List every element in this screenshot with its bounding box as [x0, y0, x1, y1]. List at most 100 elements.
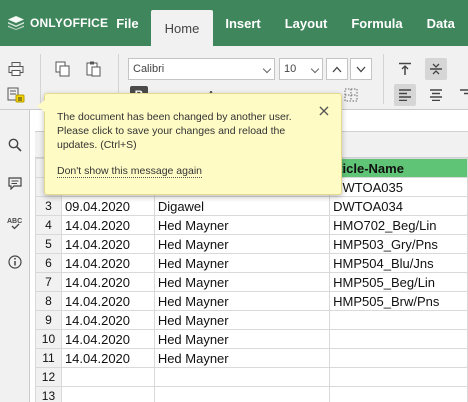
row-header[interactable]: 6	[35, 253, 62, 273]
article-cell[interactable]: HMP505_Beg/Lin	[329, 272, 468, 292]
article-cell[interactable]: HMO702_Beg/Lin	[329, 215, 468, 235]
save-notify-icon	[7, 87, 25, 103]
spellcheck-icon: ABC	[7, 218, 22, 230]
chevron-down-icon	[310, 64, 320, 74]
table-row: 9 14.04.2020 Hed Mayner	[35, 310, 468, 330]
name-cell[interactable]: Hed Mayner	[153, 272, 331, 292]
tab-insert[interactable]: Insert	[213, 0, 272, 46]
paste-icon	[86, 61, 101, 77]
name-cell[interactable]: Hed Mayner	[153, 234, 331, 254]
date-cell[interactable]: 14.04.2020	[60, 253, 155, 273]
date-cell[interactable]: 14.04.2020	[60, 234, 155, 254]
onlyoffice-logo-icon	[8, 16, 24, 30]
row-header[interactable]: 4	[35, 215, 62, 235]
table-row: 7 14.04.2020 Hed Mayner HMP505_Beg/Lin	[35, 272, 468, 292]
left-sidebar: ABC	[0, 110, 30, 402]
name-cell[interactable]: Hed Mayner	[153, 215, 331, 235]
align-top-icon	[399, 62, 411, 75]
date-cell[interactable]	[60, 367, 155, 387]
name-cell[interactable]: Hed Mayner	[153, 348, 331, 368]
date-cell[interactable]: 14.04.2020	[60, 329, 155, 349]
align-middle-icon	[430, 63, 442, 75]
tab-layout[interactable]: Layout	[273, 0, 340, 46]
row-header[interactable]: 9	[35, 310, 62, 330]
date-cell[interactable]: 14.04.2020	[60, 215, 155, 235]
dont-show-again-link[interactable]: Don't show this message again	[57, 165, 203, 178]
name-cell[interactable]: Hed Mayner	[153, 329, 331, 349]
align-right-button[interactable]	[455, 84, 468, 106]
align-right-icon	[460, 89, 468, 95]
article-cell[interactable]	[329, 386, 468, 402]
name-cell[interactable]	[153, 367, 331, 387]
row-header[interactable]: 5	[35, 234, 62, 254]
name-cell[interactable]: Digawel	[153, 196, 331, 216]
name-cell[interactable]: Hed Mayner	[153, 253, 331, 273]
print-icon	[8, 62, 24, 76]
align-left-icon	[399, 89, 411, 101]
svg-text:ABC: ABC	[7, 218, 22, 225]
row-header[interactable]: 13	[35, 386, 62, 402]
row-header[interactable]: 11	[35, 348, 62, 368]
article-cell[interactable]: HMP504_Blu/Jns	[329, 253, 468, 273]
row-header[interactable]: 8	[35, 291, 62, 311]
align-middle-button[interactable]	[425, 58, 447, 80]
tab-home[interactable]: Home	[150, 10, 214, 46]
align-center-button[interactable]	[425, 84, 447, 106]
table-row: 4 14.04.2020 Hed Mayner HMO702_Beg/Lin	[35, 215, 468, 235]
row-header[interactable]: 12	[35, 367, 62, 387]
onlyoffice-logo[interactable]: ONLYOFFICE	[0, 0, 108, 46]
increase-font-button[interactable]	[326, 58, 348, 80]
date-cell[interactable]	[60, 386, 155, 402]
article-cell[interactable]: DWTOA035	[329, 177, 468, 197]
row-header[interactable]: 3	[35, 196, 62, 216]
comments-button[interactable]	[4, 172, 26, 194]
table-row: 12	[35, 367, 468, 387]
tab-file[interactable]: File	[108, 0, 150, 46]
logo-text: ONLYOFFICE	[30, 16, 109, 30]
date-cell[interactable]: 14.04.2020	[60, 291, 155, 311]
table-row: 10 14.04.2020 Hed Mayner	[35, 329, 468, 349]
font-name-combo[interactable]: Calibri	[128, 58, 275, 80]
font-name-value: Calibri	[133, 63, 165, 75]
tooltip-arrow	[37, 100, 45, 112]
article-cell[interactable]	[329, 367, 468, 387]
column-header-article-name[interactable]: rticle-Name	[329, 158, 468, 178]
font-size-combo[interactable]: 10	[279, 58, 323, 80]
article-cell[interactable]	[329, 348, 468, 368]
decrease-font-button[interactable]	[350, 58, 372, 80]
table-row: 13	[35, 386, 468, 402]
search-button[interactable]	[4, 134, 26, 156]
date-cell[interactable]: 09.04.2020	[60, 196, 155, 216]
align-top-button[interactable]	[394, 58, 416, 80]
chevron-down-icon	[262, 64, 272, 74]
article-cell[interactable]	[329, 329, 468, 349]
date-cell[interactable]: 14.04.2020	[60, 272, 155, 292]
close-icon[interactable]: ×	[317, 101, 331, 120]
toolbar-separator	[383, 54, 384, 104]
borders-button[interactable]	[340, 84, 362, 106]
article-cell[interactable]	[329, 310, 468, 330]
article-cell[interactable]: DWTOA034	[329, 196, 468, 216]
copy-button[interactable]	[52, 58, 74, 80]
print-button[interactable]	[5, 58, 27, 80]
tab-formula[interactable]: Formula	[339, 0, 414, 46]
changes-notification: The document has been changed by another…	[37, 93, 342, 195]
date-cell[interactable]: 14.04.2020	[60, 348, 155, 368]
date-cell[interactable]: 14.04.2020	[60, 310, 155, 330]
name-cell[interactable]	[153, 386, 331, 402]
row-header[interactable]: 7	[35, 272, 62, 292]
article-cell[interactable]: HMP505_Brw/Pns	[329, 291, 468, 311]
tab-data[interactable]: Data	[415, 0, 467, 46]
table-row: 5 14.04.2020 Hed Mayner HMP503_Gry/Pns	[35, 234, 468, 254]
article-cell[interactable]: HMP503_Gry/Pns	[329, 234, 468, 254]
about-button[interactable]	[4, 251, 26, 273]
save-changes-button[interactable]	[5, 84, 27, 106]
spellcheck-button[interactable]: ABC	[4, 212, 26, 234]
sheet-body: DWTOA035 3 09.04.2020 Digawel DWTOA034 4 14.04…	[35, 177, 468, 402]
align-left-button[interactable]	[394, 84, 416, 106]
paste-button[interactable]	[82, 58, 104, 80]
table-row: 11 14.04.2020 Hed Mayner	[35, 348, 468, 368]
name-cell[interactable]: Hed Mayner	[153, 310, 331, 330]
row-header[interactable]: 10	[35, 329, 62, 349]
name-cell[interactable]: Hed Mayner	[153, 291, 331, 311]
